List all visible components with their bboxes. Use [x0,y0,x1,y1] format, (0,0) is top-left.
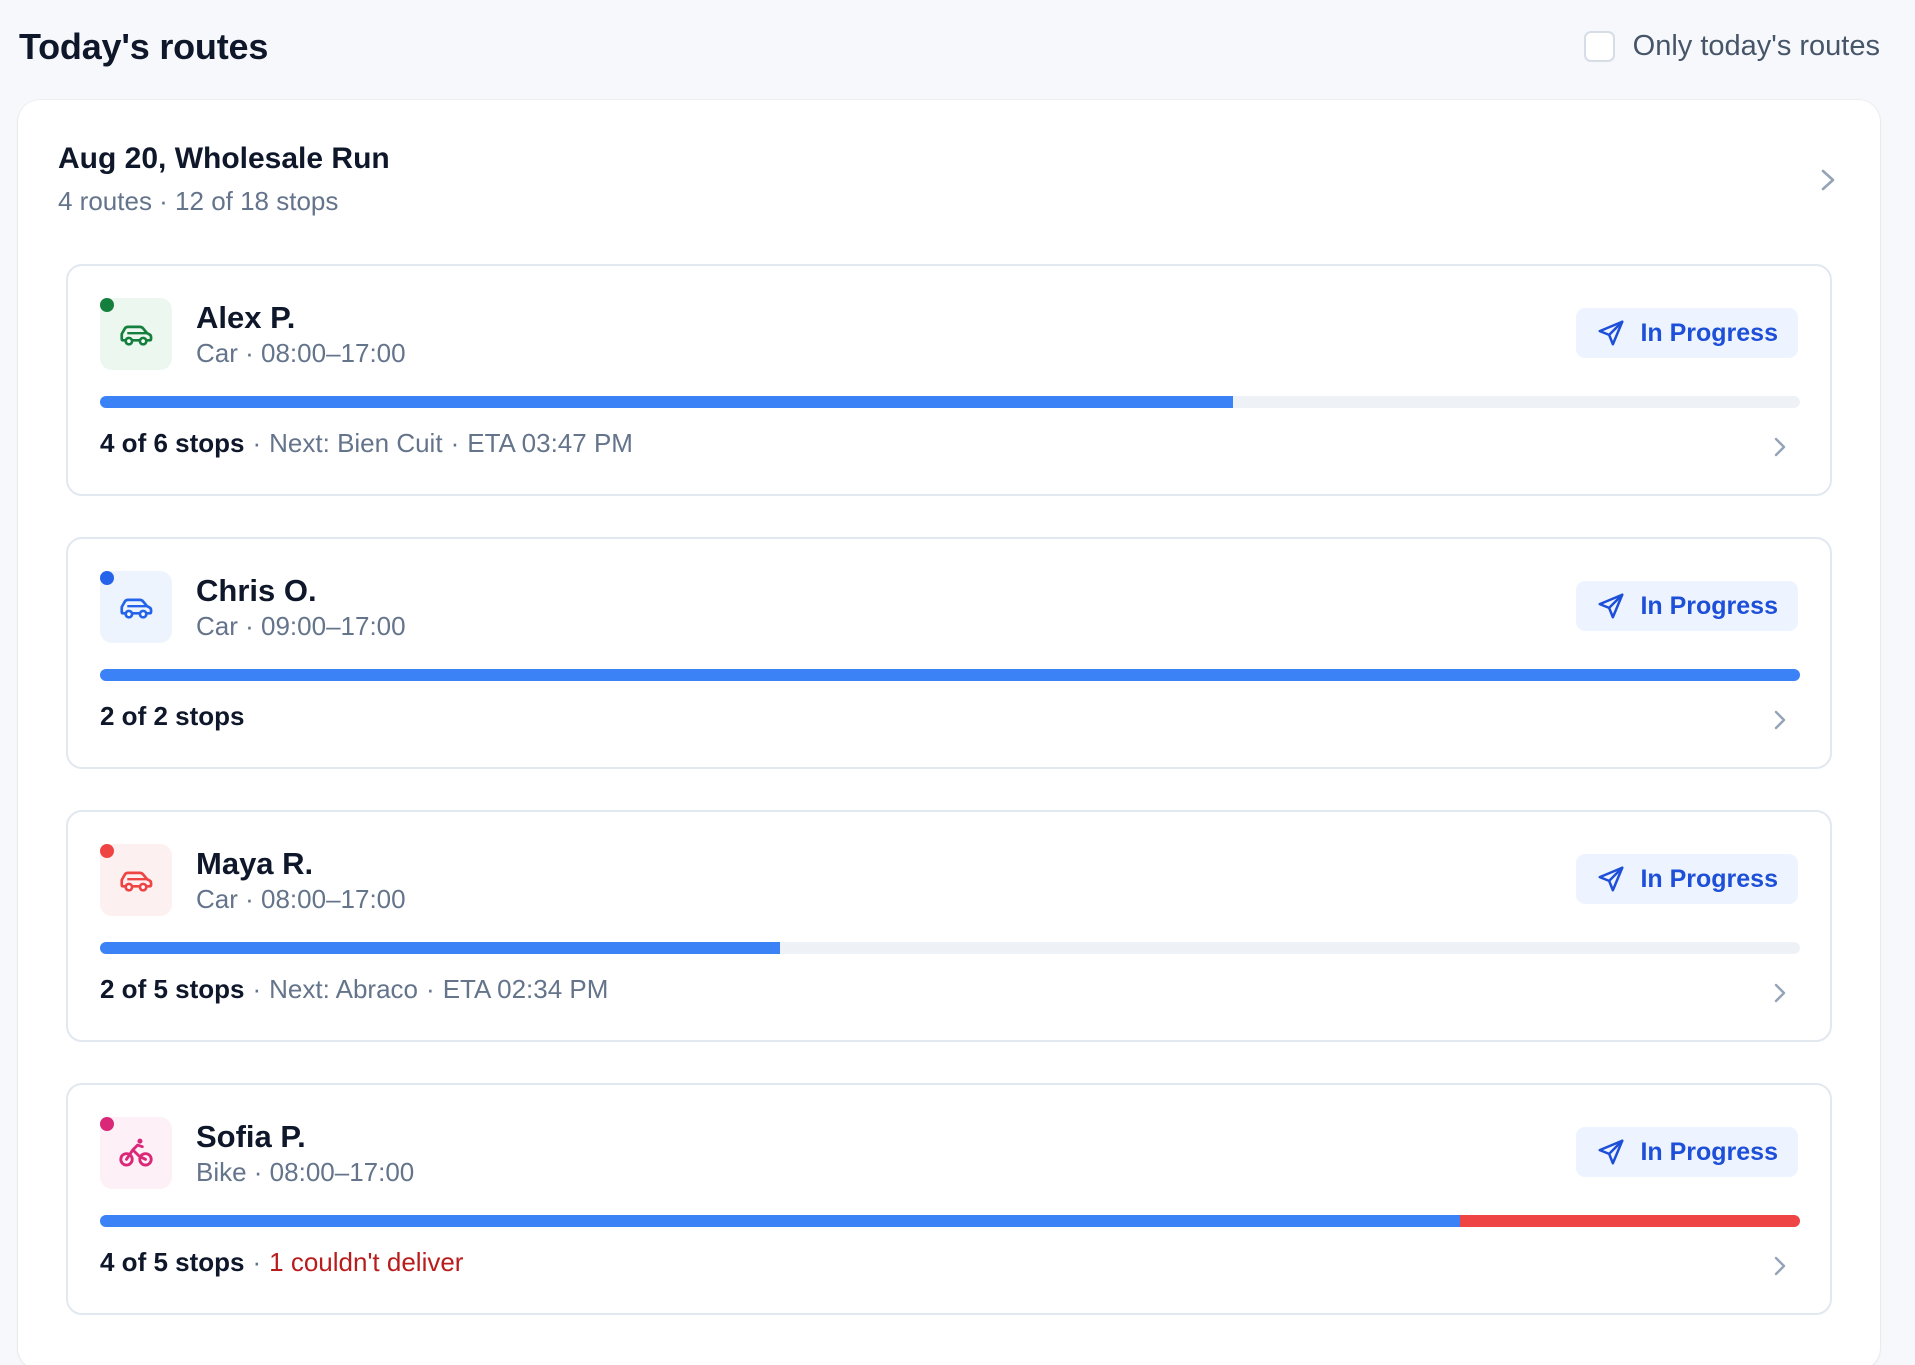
status-text: In Progress [1640,864,1778,893]
chevron-right-icon[interactable] [1770,980,1790,1006]
status-text: In Progress [1640,318,1778,347]
route-card-3[interactable]: Maya R. Car · 08:00–17:00 In Progress 2 … [66,810,1832,1042]
route-summary: 4 of 5 stops · 1 couldn't deliver [100,1247,463,1278]
separator: · [252,974,262,1004]
progress-completed [100,669,1800,681]
route-group-subtitle: 4 routes · 12 of 18 stops [58,186,339,216]
car-icon [120,598,153,619]
route-summary: 2 of 5 stops · Next: Abraco · ETA 02:34 … [100,974,608,1005]
page-header: Today's routes Only today's routes [0,0,1915,96]
status-text: In Progress [1640,591,1778,620]
status-badge[interactable]: In Progress [1576,1127,1798,1177]
route-card-4[interactable]: Sofia P. Bike · 08:00–17:00 In Progress … [66,1083,1832,1315]
next-stop: Next: Bien Cuit [269,428,443,458]
next-eta: ETA 03:47 PM [467,428,633,458]
route-summary: 2 of 2 stops [100,701,244,732]
driver-meta: Car · 08:00–17:00 [196,884,406,914]
next-stop: Next: Abraco [269,974,419,1004]
route-group-card: Aug 20, Wholesale Run 4 routes · 12 of 1… [18,100,1880,1365]
stops-count: 2 of 5 stops [100,974,245,1004]
driver-status-dot [100,571,114,585]
navigation-arrow-icon [1598,320,1624,346]
chevron-right-icon[interactable] [1816,166,1840,194]
status-badge[interactable]: In Progress [1576,308,1798,358]
navigation-arrow-icon [1598,866,1624,892]
route-group-header[interactable]: Aug 20, Wholesale Run 4 routes · 12 of 1… [58,142,1838,222]
status-badge[interactable]: In Progress [1576,854,1798,904]
driver-status-dot [100,1117,114,1131]
bike-icon [119,1138,153,1167]
progress-completed [100,942,780,954]
car-icon [120,871,153,892]
separator: · [450,428,460,458]
progress-completed [100,396,1234,408]
failed-deliveries: 1 couldn't deliver [269,1247,464,1277]
separator: · [252,428,262,458]
stops-count: 4 of 6 stops [100,428,245,458]
status-badge[interactable]: In Progress [1576,581,1798,631]
separator: · [252,1247,262,1277]
chevron-right-icon[interactable] [1770,434,1790,460]
driver-name: Alex P. [196,300,296,335]
route-group-title: Aug 20, Wholesale Run [58,142,390,175]
separator: · [426,974,435,1004]
stops-progress-bar [100,669,1800,681]
driver-name: Sofia P. [196,1119,306,1154]
only-today-checkbox[interactable] [1583,31,1615,62]
stops-progress-bar [100,942,1800,954]
driver-meta: Car · 08:00–17:00 [196,338,406,368]
driver-status-dot [100,844,114,858]
navigation-arrow-icon [1598,593,1624,619]
only-today-filter[interactable]: Only today's routes [1583,30,1880,63]
navigation-arrow-icon [1598,1139,1624,1165]
page-title: Today's routes [19,26,269,67]
route-card-1[interactable]: Alex P. Car · 08:00–17:00 In Progress 4 … [66,264,1832,496]
progress-failed [1460,1215,1800,1227]
driver-name: Maya R. [196,846,314,881]
chevron-right-icon[interactable] [1770,707,1790,733]
route-card-2[interactable]: Chris O. Car · 09:00–17:00 In Progress 2… [66,537,1832,769]
chevron-right-icon[interactable] [1770,1253,1790,1279]
status-text: In Progress [1640,1137,1778,1166]
driver-meta: Car · 09:00–17:00 [196,611,406,641]
stops-progress-bar [100,396,1800,408]
route-list: Alex P. Car · 08:00–17:00 In Progress 4 … [66,264,1832,1356]
driver-status-dot [100,298,114,312]
stops-count: 4 of 5 stops [100,1247,245,1277]
routes-page: Today's routes Only today's routes Aug 2… [0,0,1915,1365]
stops-progress-bar [100,1215,1800,1227]
route-summary: 4 of 6 stops · Next: Bien Cuit · ETA 03:… [100,428,633,459]
next-eta: ETA 02:34 PM [442,974,609,1004]
driver-meta: Bike · 08:00–17:00 [196,1157,415,1187]
driver-name: Chris O. [196,573,317,608]
stops-count: 2 of 2 stops [100,701,245,731]
car-icon [120,325,153,346]
only-today-label: Only today's routes [1632,30,1880,62]
progress-completed [100,1215,1460,1227]
